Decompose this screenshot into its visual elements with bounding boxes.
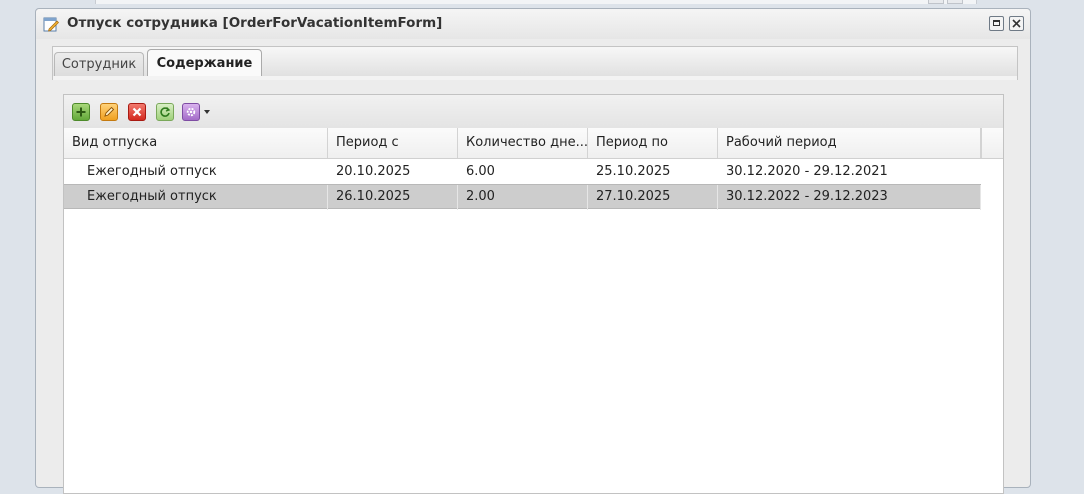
cell-days-count: 2.00	[458, 185, 588, 210]
maximize-icon	[993, 20, 1000, 26]
plus-icon	[76, 107, 86, 117]
edit-button[interactable]	[100, 103, 118, 121]
table-row-selected[interactable]: Ежегодный отпуск 26.10.2025 2.00 27.10.2…	[64, 184, 981, 210]
tab-employee[interactable]: Сотрудник	[54, 52, 144, 77]
cell-days-count: 6.00	[466, 164, 495, 179]
vacation-item-window: Отпуск сотрудника [OrderForVacationItemF…	[35, 8, 1031, 494]
cell-work-period: 30.12.2022 - 29.12.2023	[718, 185, 981, 210]
column-header-vacation-type[interactable]: Вид отпуска	[64, 128, 328, 158]
delete-button[interactable]	[128, 103, 146, 121]
grid-toolbar	[64, 95, 1003, 129]
close-icon	[132, 107, 142, 117]
window-title: Отпуск сотрудника [OrderForVacationItemF…	[67, 15, 443, 31]
background-button	[947, 0, 963, 4]
column-header-days-count[interactable]: Количество дне...	[458, 128, 588, 158]
tab-body-edge	[52, 76, 1018, 80]
column-header-work-period[interactable]: Рабочий период	[718, 128, 981, 158]
gear-icon	[186, 107, 196, 117]
column-header-period-to[interactable]: Период по	[588, 128, 718, 158]
pencil-icon	[104, 106, 115, 117]
close-icon	[1012, 19, 1021, 28]
cell-period-to: 25.10.2025	[596, 164, 671, 179]
maximize-button[interactable]	[989, 16, 1004, 31]
cell-vacation-type: Ежегодный отпуск	[87, 164, 217, 179]
table-row[interactable]: Ежегодный отпуск 20.10.2025 6.00 25.10.2…	[64, 159, 981, 184]
refresh-icon	[160, 107, 171, 117]
cell-vacation-type: Ежегодный отпуск	[64, 185, 328, 210]
tab-content[interactable]: Содержание	[147, 49, 262, 77]
cell-period-to: 27.10.2025	[588, 185, 718, 210]
background-button	[928, 0, 944, 4]
chevron-down-icon[interactable]	[204, 110, 210, 114]
grid-header: Вид отпуска Период с Количество дне... П…	[64, 128, 1003, 159]
close-window-button[interactable]	[1009, 16, 1024, 31]
content-panel: Вид отпуска Период с Количество дне... П…	[63, 94, 1004, 494]
tab-strip: Сотрудник Содержание	[52, 46, 1018, 77]
background-window-edge	[95, 0, 977, 4]
edit-document-icon	[43, 17, 59, 32]
cell-period-from: 26.10.2025	[328, 185, 458, 210]
cell-work-period: 30.12.2020 - 29.12.2021	[726, 164, 888, 179]
add-button[interactable]	[72, 103, 90, 121]
cell-period-from: 20.10.2025	[336, 164, 411, 179]
column-header-period-from[interactable]: Период с	[328, 128, 458, 158]
settings-button[interactable]	[182, 103, 200, 121]
scrollbar-header-gap	[981, 128, 1006, 158]
window-titlebar[interactable]: Отпуск сотрудника [OrderForVacationItemF…	[36, 9, 1030, 39]
refresh-button[interactable]	[156, 103, 174, 121]
